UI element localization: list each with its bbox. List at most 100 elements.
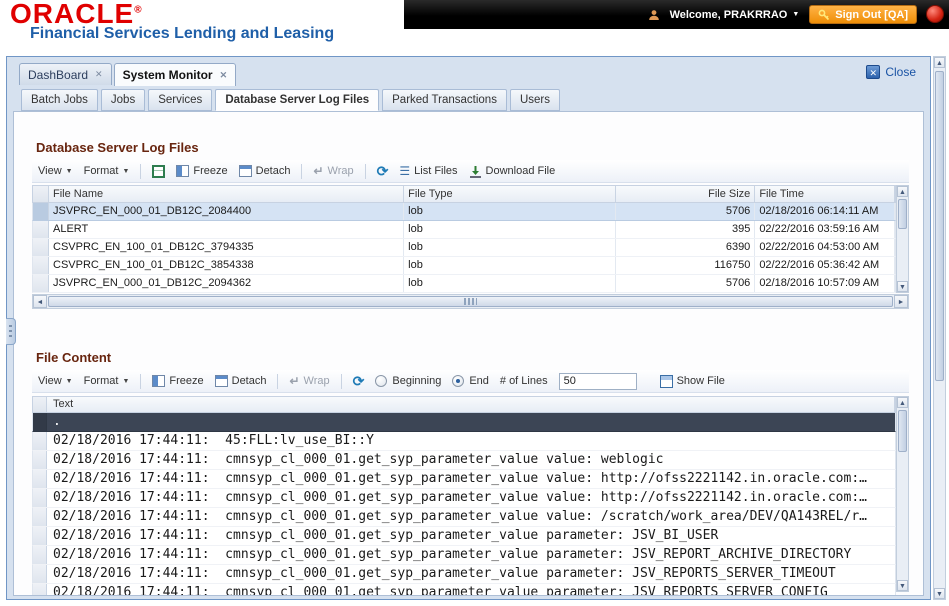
freeze-button[interactable]: Freeze: [176, 165, 228, 177]
subtab-database-server-log-files[interactable]: Database Server Log Files: [215, 89, 380, 111]
format-menu[interactable]: Format ▼: [84, 165, 130, 177]
show-file-button[interactable]: Show File: [659, 374, 725, 388]
table-row[interactable]: CSVPRC_EN_100_01_DB12C_3794335 lob 6390 …: [32, 239, 896, 257]
user-icon: [648, 9, 660, 21]
scroll-up-button[interactable]: ▲: [897, 186, 908, 197]
view-menu[interactable]: View ▼: [38, 375, 73, 387]
tab-system-monitor[interactable]: System Monitor ✕: [113, 63, 237, 86]
log-line-row[interactable]: 02/18/2016 17:44:11: cmnsyp_cl_000_01.ge…: [32, 489, 896, 508]
wrap-button[interactable]: ↵ Wrap: [313, 164, 353, 178]
row-header[interactable]: [33, 432, 47, 450]
tab-close-icon[interactable]: ✕: [95, 69, 103, 80]
scroll-up-button[interactable]: ▲: [897, 397, 908, 408]
table-row[interactable]: CSVPRC_EN_100_01_DB12C_3854338 lob 11675…: [32, 257, 896, 275]
tab-close-icon[interactable]: ✕: [220, 70, 228, 81]
chevron-down-icon: ▼: [122, 167, 130, 175]
cell-file-size: 116750: [616, 257, 756, 274]
scroll-down-button[interactable]: ▼: [897, 281, 908, 292]
row-header[interactable]: [33, 257, 49, 274]
close-button[interactable]: ✕ Close: [866, 65, 916, 79]
sign-out-button[interactable]: Sign Out [QA]: [809, 5, 917, 24]
log-files-h-scrollbar[interactable]: ◄ ►: [32, 294, 909, 309]
table-row[interactable]: ALERT lob 395 02/22/2016 03:59:16 AM: [32, 221, 896, 239]
scroll-thumb[interactable]: [48, 296, 893, 307]
toolbar-separator: [277, 373, 279, 389]
download-file-button[interactable]: Download File: [469, 165, 555, 178]
column-header-file-size[interactable]: File Size: [616, 186, 756, 202]
column-header-file-name[interactable]: File Name: [49, 186, 405, 202]
subtab-services[interactable]: Services: [148, 89, 213, 111]
show-file-icon: [659, 374, 673, 388]
log-line-row[interactable]: 02/18/2016 17:44:11: cmnsyp_cl_000_01.ge…: [32, 451, 896, 470]
row-header[interactable]: [33, 239, 49, 256]
format-menu[interactable]: Format ▼: [84, 375, 130, 387]
row-header[interactable]: [33, 203, 49, 220]
end-radio[interactable]: [452, 375, 465, 387]
tab-dashboard[interactable]: DashBoard ✕: [19, 63, 112, 85]
subtab-parked-transactions[interactable]: Parked Transactions: [382, 89, 507, 111]
row-header[interactable]: [33, 451, 47, 469]
log-line: 02/18/2016 17:44:11: cmnsyp_cl_000_01.ge…: [53, 585, 828, 596]
scroll-down-button[interactable]: ▼: [897, 580, 908, 591]
power-icon[interactable]: [926, 5, 944, 23]
show-file-label: Show File: [676, 375, 725, 387]
log-line: 02/18/2016 17:44:11: 45:FLL:lv_use_BI::Y: [53, 433, 374, 448]
num-lines-input[interactable]: [558, 372, 637, 390]
table-row[interactable]: JSVPRC_EN_000_01_DB12C_2084400 lob 5706 …: [32, 203, 896, 221]
row-header[interactable]: [33, 470, 47, 488]
refresh-button[interactable]: ⟳: [353, 374, 365, 388]
toolbar-separator: [340, 373, 342, 389]
view-menu[interactable]: View ▼: [38, 165, 73, 177]
sidebar-collapse-handle[interactable]: [6, 318, 16, 345]
column-header-text[interactable]: Text: [47, 397, 895, 412]
user-menu[interactable]: Welcome, PRAKRRAO ▼: [670, 9, 800, 21]
log-files-v-scrollbar[interactable]: ▲ ▼: [896, 185, 909, 293]
list-files-button[interactable]: ☰ List Files: [399, 165, 457, 177]
page-v-scrollbar[interactable]: ▲ ▼: [933, 56, 946, 600]
row-header[interactable]: [33, 413, 47, 431]
log-line-row[interactable]: 02/18/2016 17:44:11: 45:FLL:lv_use_BI::Y: [32, 432, 896, 451]
toolbar-separator: [364, 163, 366, 179]
row-header[interactable]: [33, 275, 49, 292]
subtab-label: Services: [158, 94, 203, 106]
tab-label: System Monitor: [122, 68, 213, 82]
export-button[interactable]: [152, 164, 166, 178]
row-header[interactable]: [33, 527, 47, 545]
row-header[interactable]: [33, 584, 47, 595]
scroll-down-button[interactable]: ▼: [934, 588, 945, 599]
row-header[interactable]: [33, 546, 47, 564]
row-header[interactable]: [33, 221, 49, 238]
scroll-left-button[interactable]: ◄: [33, 295, 47, 308]
file-content-v-scrollbar[interactable]: ▲ ▼: [896, 396, 909, 592]
log-line-row[interactable]: 02/18/2016 17:44:11: cmnsyp_cl_000_01.ge…: [32, 508, 896, 527]
log-line-row[interactable]: .: [32, 413, 896, 432]
subtab-users[interactable]: Users: [509, 89, 560, 111]
log-line-row[interactable]: 02/18/2016 17:44:11: cmnsyp_cl_000_01.ge…: [32, 565, 896, 584]
scroll-right-button[interactable]: ►: [894, 295, 908, 308]
subtab-jobs[interactable]: Jobs: [100, 89, 146, 111]
detach-button[interactable]: Detach: [238, 165, 290, 177]
row-header[interactable]: [33, 508, 47, 526]
detach-button[interactable]: Detach: [214, 375, 266, 387]
column-header-file-time[interactable]: File Time: [755, 186, 895, 202]
scroll-thumb[interactable]: [898, 199, 907, 229]
freeze-button[interactable]: Freeze: [152, 375, 204, 387]
refresh-button[interactable]: ⟳: [377, 164, 389, 178]
log-line-row[interactable]: 02/18/2016 17:44:11: cmnsyp_cl_000_01.ge…: [32, 470, 896, 489]
beginning-radio[interactable]: [375, 375, 388, 387]
log-line-row[interactable]: 02/18/2016 17:44:11: cmnsyp_cl_000_01.ge…: [32, 546, 896, 565]
scroll-thumb[interactable]: [935, 71, 944, 381]
scroll-up-button[interactable]: ▲: [934, 57, 945, 68]
column-header-file-type[interactable]: File Type: [404, 186, 616, 202]
subtab-batch-jobs[interactable]: Batch Jobs: [21, 89, 98, 111]
table-row[interactable]: JSVPRC_EN_000_01_DB12C_2094362 lob 5706 …: [32, 275, 896, 293]
log-line-row[interactable]: 02/18/2016 17:44:11: cmnsyp_cl_000_01.ge…: [32, 527, 896, 546]
wrap-icon: ↵: [313, 164, 324, 178]
row-header[interactable]: [33, 489, 47, 507]
row-header[interactable]: [33, 565, 47, 583]
wrap-button[interactable]: ↵ Wrap: [289, 374, 329, 388]
cell-file-time: 02/22/2016 03:59:16 AM: [755, 221, 895, 238]
log-line-row[interactable]: 02/18/2016 17:44:11: cmnsyp_cl_000_01.ge…: [32, 584, 896, 596]
scroll-thumb[interactable]: [898, 410, 907, 452]
file-content-section-title: File Content: [36, 350, 112, 365]
